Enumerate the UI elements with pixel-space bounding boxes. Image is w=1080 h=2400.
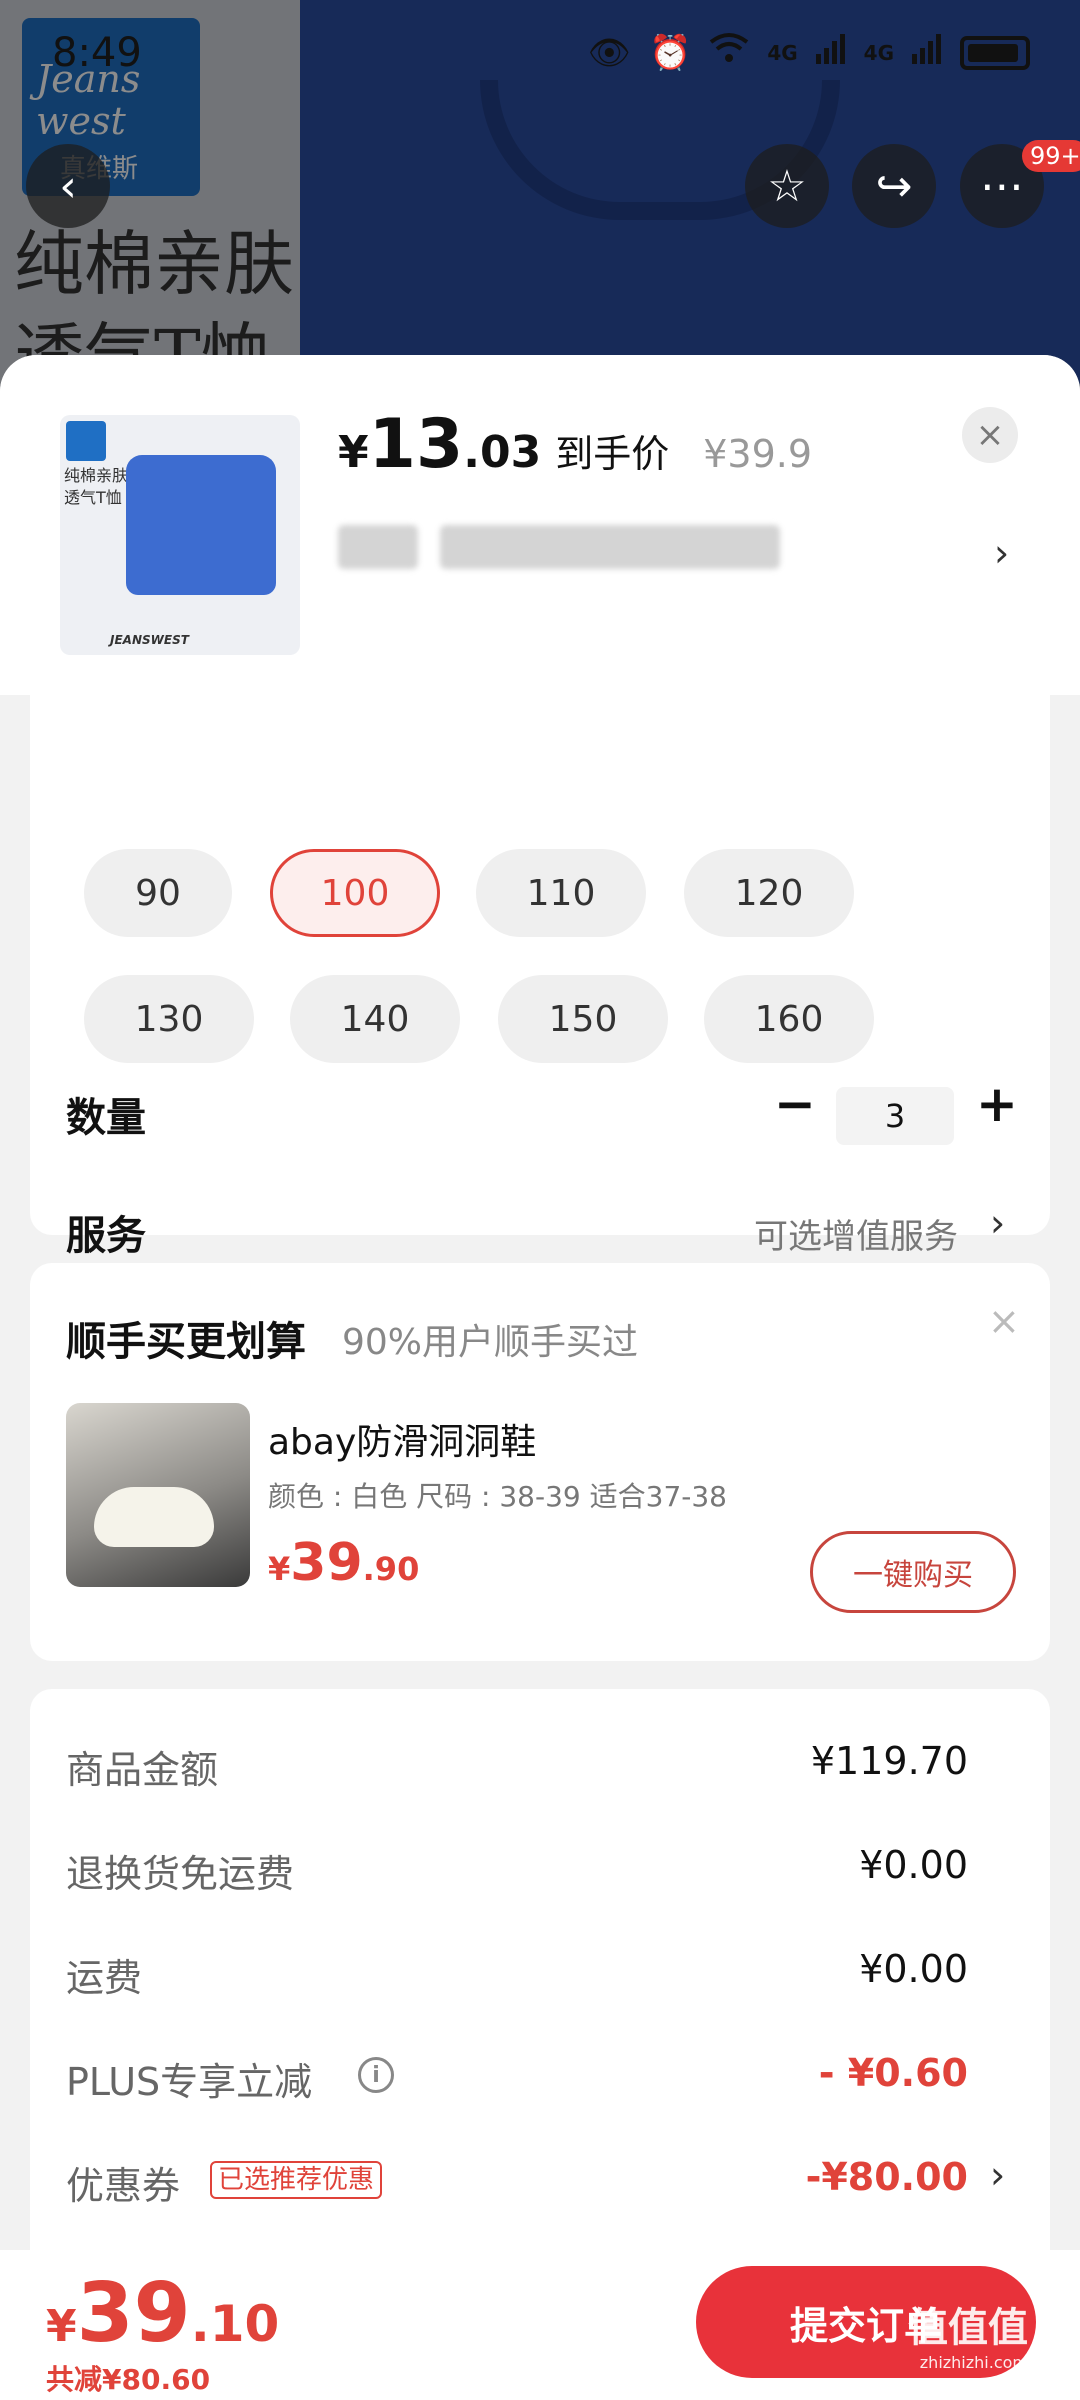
total-decimal: .10 (190, 2295, 280, 2353)
coupon-value[interactable]: -¥80.00 (806, 2155, 968, 2199)
share-button[interactable]: ↪ (852, 144, 936, 228)
checkout-bar: ¥ 39 .10 共减¥80.60 提交订单 值值值 zhizhizhi.com (0, 2250, 1080, 2400)
size-label: 100 (320, 872, 390, 914)
size-label: 90 (135, 872, 181, 914)
redacted-spec-1 (338, 525, 418, 569)
total-savings: 共减¥80.60 (46, 2363, 211, 2396)
size-label: 120 (734, 872, 804, 914)
thumb-caption: 纯棉亲肤透气T恤 (64, 466, 129, 507)
back-button[interactable]: ‹ (26, 144, 110, 228)
star-icon: ☆ (767, 160, 807, 212)
summary-label: 运费 (66, 1956, 143, 2000)
info-icon[interactable]: i (358, 2057, 394, 2093)
brand-logo-small (66, 421, 106, 461)
addon-price-currency: ¥ (268, 1550, 291, 1588)
summary-label: 商品金额 (66, 1748, 219, 1792)
summary-value: ¥0.00 (859, 1947, 968, 1991)
size-label: 110 (526, 872, 596, 914)
price-decimal: .03 (463, 427, 542, 478)
size-option-160[interactable]: 160 (704, 975, 874, 1063)
notification-badge: 99+ (1022, 140, 1080, 172)
size-option-100[interactable]: 100 (270, 849, 440, 937)
sheet-header: 纯棉亲肤透气T恤 JEANSWEST ¥ 13 .03 到手价 ¥39.9 × … (0, 355, 1080, 695)
battery-icon (960, 35, 1030, 70)
price-currency: ¥ (338, 427, 369, 478)
tshirt-image (126, 455, 276, 595)
service-label: 服务 (66, 1213, 146, 1259)
coupon-tag: 已选推荐优惠 (210, 2161, 383, 2199)
close-icon: × (975, 415, 1005, 455)
original-price: ¥39.9 (703, 432, 813, 476)
size-label: 130 (134, 998, 204, 1040)
status-icons: 👁 ⏰ 4G 4G (588, 32, 1030, 73)
chevron-right-icon[interactable]: › (990, 1201, 1005, 1245)
more-icon: ⋯ (980, 160, 1024, 212)
size-label: 150 (548, 998, 618, 1040)
submit-order-button[interactable]: 提交订单 值值值 zhizhizhi.com (696, 2266, 1036, 2378)
addon-price: ¥ 39 .90 (268, 1533, 419, 1593)
quantity-decrease-button[interactable]: − (774, 1075, 816, 1133)
one-click-buy-button[interactable]: 一键购买 (810, 1531, 1016, 1613)
service-value[interactable]: 可选增值服务 (754, 1209, 958, 1258)
signal-bars-icon-2 (912, 33, 942, 73)
status-time: 8:49 (52, 30, 142, 76)
addon-product-name[interactable]: abay防滑洞洞鞋 (268, 1413, 536, 1465)
signal-bars-icon (815, 33, 846, 73)
summary-label: PLUS专享立减 (66, 2060, 313, 2104)
size-option-130[interactable]: 130 (84, 975, 254, 1063)
addon-title: 顺手买更划算 (66, 1319, 306, 1365)
addon-price-decimal: .90 (362, 1550, 420, 1588)
chevron-right-icon[interactable]: › (990, 2153, 1005, 2197)
summary-value: ¥119.70 (810, 1739, 968, 1783)
size-option-150[interactable]: 150 (498, 975, 668, 1063)
order-sheet: 纯棉亲肤透气T恤 JEANSWEST ¥ 13 .03 到手价 ¥39.9 × … (0, 355, 1080, 2400)
close-icon[interactable]: × (988, 1299, 1020, 1343)
addon-product-spec: 颜色 : 白色 尺码 : 38-39 适合37-38 (268, 1480, 727, 1513)
total-price: ¥ 39 .10 (46, 2266, 279, 2361)
plus-discount-value: - ¥0.60 (818, 2051, 968, 2095)
size-label: 160 (754, 998, 824, 1040)
product-thumbnail[interactable]: 纯棉亲肤透气T恤 JEANSWEST (60, 415, 300, 655)
signal-icon-2: 4G (863, 40, 894, 65)
eye-icon: 👁 (587, 32, 631, 73)
summary-value: ¥0.00 (859, 1843, 968, 1887)
size-selector: 90 100 110 120 130 140 150 160 数量 − 3 + … (30, 695, 1050, 1259)
wifi-icon (709, 32, 749, 73)
chevron-right-icon[interactable]: › (994, 531, 1009, 575)
price-label: 到手价 (555, 432, 670, 476)
size-label: 140 (340, 998, 410, 1040)
addon-product-image[interactable] (66, 1403, 250, 1587)
watermark-text: 值值值 (908, 2305, 1028, 2351)
watermark: 值值值 zhizhizhi.com (908, 2295, 1028, 2372)
summary-label: 优惠券 (66, 2164, 181, 2208)
signal-icon: 4G (767, 40, 798, 65)
quantity-input[interactable]: 3 (836, 1087, 954, 1145)
price-integer: 13 (368, 405, 464, 484)
quantity-increase-button[interactable]: + (976, 1075, 1018, 1133)
addon-price-integer: 39 (290, 1533, 363, 1593)
product-price: ¥ 13 .03 到手价 ¥39.9 (338, 405, 812, 484)
chevron-left-icon: ‹ (59, 160, 77, 212)
status-bar: 8:49 👁 ⏰ 4G 4G (0, 0, 1080, 110)
alarm-icon: ⏰ (648, 32, 692, 73)
favorite-button[interactable]: ☆ (745, 144, 829, 228)
size-option-140[interactable]: 140 (290, 975, 460, 1063)
watermark-url: zhizhizhi.com (919, 2353, 1028, 2372)
quantity-label: 数量 (66, 1095, 146, 1141)
size-option-120[interactable]: 120 (684, 849, 854, 937)
share-icon: ↪ (875, 160, 913, 212)
redacted-spec-2[interactable] (440, 525, 780, 569)
size-option-110[interactable]: 110 (476, 849, 646, 937)
summary-label: 退换货免运费 (66, 1852, 295, 1896)
thumb-brand: JEANSWEST (110, 633, 189, 647)
total-integer: 39 (76, 2266, 191, 2361)
close-button[interactable]: × (962, 407, 1018, 463)
shoe-image (94, 1487, 214, 1547)
size-option-90[interactable]: 90 (84, 849, 232, 937)
total-currency: ¥ (46, 2301, 77, 2352)
addon-subtitle: 90%用户顺手买过 (342, 1322, 639, 1363)
addon-recommendation: 顺手买更划算 90%用户顺手买过 × abay防滑洞洞鞋 颜色 : 白色 尺码 … (30, 1263, 1050, 1661)
